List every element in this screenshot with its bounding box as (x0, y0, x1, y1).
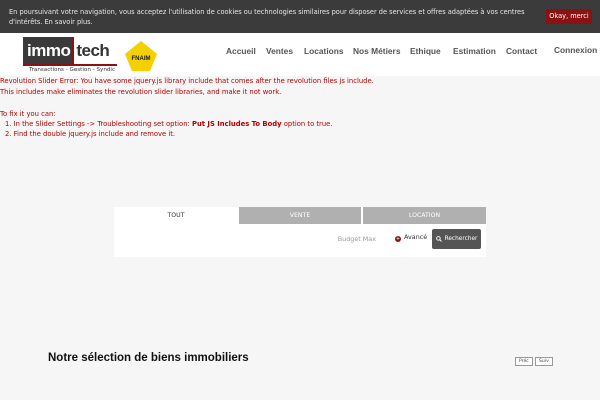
logo-part-tech: tech (76, 41, 110, 60)
error-line-2: This includes make eliminates the revolu… (0, 88, 282, 96)
nav-ventes[interactable]: Ventes (266, 46, 293, 56)
nav-connexion[interactable]: Connexion (554, 45, 597, 55)
cookie-accept-button[interactable]: Okay, merci (546, 9, 592, 24)
logo-tagline: Transactions - Gestion - Syndic (29, 67, 116, 73)
nav-estimation[interactable]: Estimation (453, 46, 496, 56)
logo[interactable]: immo tech Transactions - Gestion - Syndi… (21, 37, 119, 75)
error-line-1: Revolution Slider Error: You have some j… (0, 77, 374, 85)
property-search-widget: TOUT VENTE LOCATION +Avancé Rechercher (114, 207, 486, 257)
nav-accueil[interactable]: Accueil (226, 46, 256, 56)
fnaim-badge-icon: FNAIM (125, 41, 157, 71)
error-step-2: 2. Find the double jquery.js include and… (5, 130, 176, 138)
nav-nos-metiers[interactable]: Nos Métiers (353, 46, 400, 56)
error-step-1-prefix: 1. In the Slider Settings -> Troubleshoo… (5, 120, 190, 128)
plus-icon: + (395, 235, 401, 242)
error-step-1: 1. In the Slider Settings -> Troubleshoo… (5, 119, 333, 129)
advanced-search-toggle[interactable]: + Avancé (395, 233, 427, 242)
featured-section-title: Notre sélection de biens immobiliers (48, 352, 249, 364)
logo-wordmark: immo tech (23, 37, 117, 65)
fnaim-badge-text: FNAIM (132, 56, 151, 62)
search-icon (435, 236, 442, 242)
site-header: immo tech Transactions - Gestion - Syndi… (0, 33, 600, 76)
tab-tout[interactable]: TOUT (114, 207, 238, 224)
logo-underline (23, 64, 117, 66)
nav-ethique[interactable]: Ethique (410, 46, 441, 56)
carousel-prev-button[interactable]: Préc (515, 357, 533, 366)
cookie-text: En poursuivant votre navigation, vous ac… (9, 8, 525, 26)
error-fix-intro: To fix it you can: (0, 110, 56, 118)
cookie-bar: En poursuivant votre navigation, vous ac… (0, 0, 600, 33)
tab-vente[interactable]: VENTE (239, 207, 361, 224)
budget-max-input[interactable] (286, 232, 376, 246)
tab-location[interactable]: LOCATION (363, 207, 486, 224)
logo-part-immo: immo (23, 37, 75, 65)
error-step-1-suffix: option to true. (283, 120, 333, 128)
nav-locations[interactable]: Locations (304, 46, 344, 56)
search-button-label: Rechercher (444, 236, 478, 242)
advanced-search-label: Avancé (404, 233, 428, 241)
nav-contact[interactable]: Contact (506, 46, 537, 56)
error-step-1-option: Put JS Includes To Body (191, 120, 282, 128)
carousel-next-button[interactable]: Suiv (535, 357, 553, 366)
search-button[interactable]: Rechercher (432, 229, 481, 249)
